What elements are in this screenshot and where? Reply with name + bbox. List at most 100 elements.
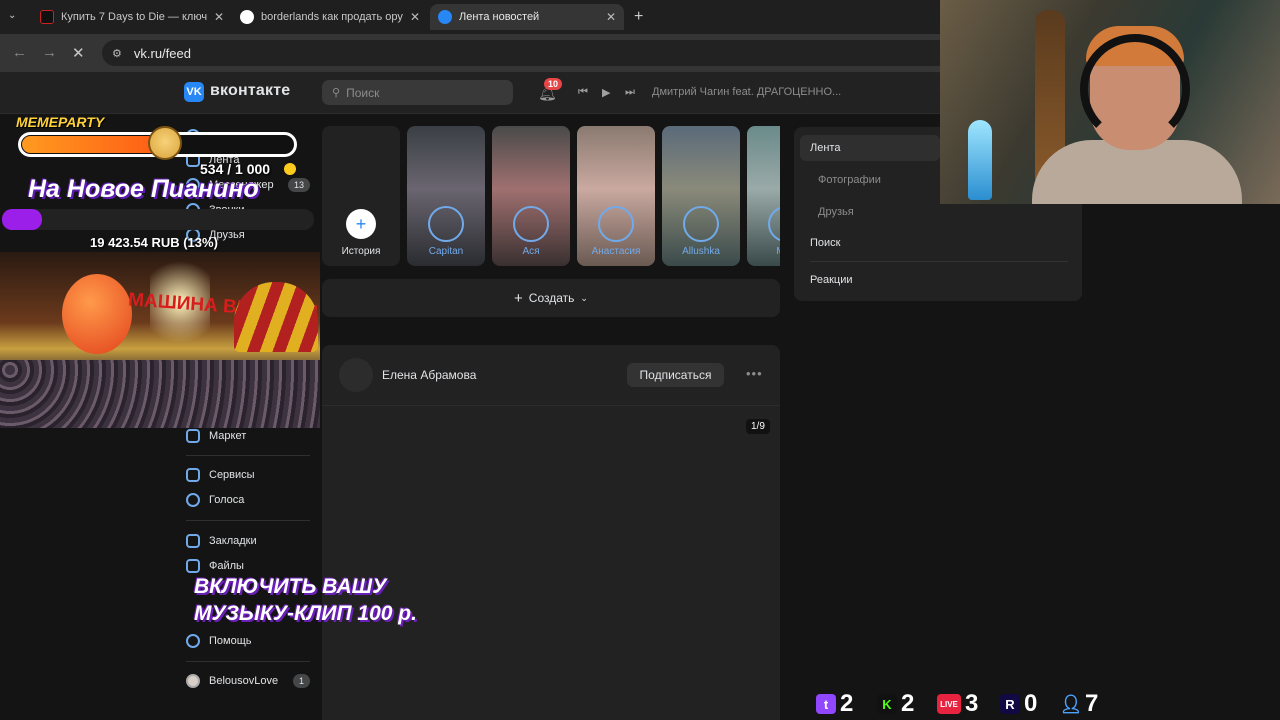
- stories-row: + История Capitan Ася Анастасия Allushka…: [322, 126, 780, 266]
- post-divider: [322, 405, 780, 406]
- close-tab-icon[interactable]: ✕: [214, 10, 224, 24]
- play-icon[interactable]: ▶: [602, 86, 610, 99]
- crowd-shape: [0, 360, 320, 428]
- votes-icon: [186, 493, 200, 507]
- post-author-name[interactable]: Елена Абрамова: [382, 368, 476, 382]
- goal-progress-fill: [22, 136, 167, 153]
- doge-icon: [148, 126, 182, 160]
- url-text[interactable]: vk.ru/feed: [134, 46, 191, 61]
- filter-divider: [810, 261, 1068, 262]
- story-name: Ася: [522, 246, 540, 257]
- story-item[interactable]: Capitan: [407, 126, 485, 266]
- menu-divider: [186, 455, 310, 456]
- next-track-icon[interactable]: ⏭: [625, 86, 635, 99]
- filter-feed[interactable]: Лента: [810, 142, 840, 154]
- tab-borderlands[interactable]: borderlands как продать оруж ✕: [232, 4, 428, 30]
- post-author-avatar[interactable]: [339, 358, 373, 392]
- filter-search[interactable]: Поиск: [810, 237, 840, 249]
- menu-item-bookmarks[interactable]: Закладки: [186, 531, 257, 551]
- menu-item-votes[interactable]: Голоса: [186, 490, 244, 510]
- user-avatar: [186, 674, 200, 688]
- user-count: 1: [292, 674, 310, 688]
- menu-item-help[interactable]: Помощь: [186, 631, 252, 651]
- search-placeholder: Поиск: [346, 85, 380, 100]
- donation-progress-fill: [2, 209, 42, 230]
- filter-friends[interactable]: Друзья: [818, 206, 854, 218]
- story-name: Анастасия: [591, 246, 641, 257]
- file-icon: [186, 559, 200, 573]
- stop-loading-icon[interactable]: ✕: [72, 44, 85, 62]
- donation-progress-bar: [2, 209, 314, 230]
- tab-title: Купить 7 Days to Die — ключ: [61, 11, 207, 23]
- story-name: Allushka: [682, 246, 720, 257]
- menu-divider: [186, 661, 310, 662]
- story-avatar: [513, 206, 549, 242]
- story-item[interactable]: Мар: [747, 126, 780, 266]
- donation-amount: 19 423.54 RUB (13%): [90, 235, 218, 250]
- close-tab-icon[interactable]: ✕: [606, 10, 616, 24]
- rutube-icon: R: [1000, 694, 1020, 714]
- more-options-icon[interactable]: •••: [746, 366, 763, 381]
- google-favicon-icon: [240, 10, 254, 24]
- story-item[interactable]: Allushka: [662, 126, 740, 266]
- plus-icon: +: [514, 289, 523, 307]
- webcam-overlay: [940, 0, 1280, 204]
- plus-icon: +: [346, 209, 376, 239]
- site-info-icon[interactable]: ⚙: [112, 47, 122, 60]
- stat-viewers: 👤︎ 7: [1059, 690, 1099, 717]
- shop-favicon-icon: [40, 10, 54, 24]
- create-button[interactable]: + Создать ⌄: [322, 279, 780, 317]
- story-item[interactable]: Ася: [492, 126, 570, 266]
- tab-7days[interactable]: Купить 7 Days to Die — ключ ✕: [32, 4, 232, 30]
- search-icon: ⚲: [332, 87, 341, 99]
- story-create[interactable]: + История: [322, 126, 400, 266]
- vk-search-input[interactable]: ⚲ Поиск: [322, 80, 513, 105]
- goal-logo: MEMEPARTY: [16, 114, 105, 130]
- tent-shape: [234, 282, 318, 352]
- balloon-shape: [62, 274, 132, 354]
- stat-twitch: t2: [816, 690, 853, 718]
- chevron-down-icon: ⌄: [580, 292, 588, 303]
- stat-rutube: R0: [1000, 690, 1037, 718]
- vk-logo-icon[interactable]: VK: [184, 82, 204, 102]
- subscribe-button[interactable]: Подписаться: [627, 363, 724, 387]
- previous-track-icon[interactable]: ⏮: [578, 86, 588, 99]
- notification-badge: 10: [544, 78, 563, 90]
- music-video-overlay: МАШИНА ВРЕМЕНИ: [0, 252, 320, 428]
- services-icon: [186, 468, 200, 482]
- address-bar[interactable]: ⚙ vk.ru/feed: [102, 40, 962, 66]
- vk-logo-text[interactable]: вконтакте: [210, 82, 290, 100]
- viewers-icon: 👤︎: [1059, 693, 1083, 714]
- menu-item-user[interactable]: BelousovLove 1: [186, 671, 310, 691]
- stat-kick: K2: [877, 690, 914, 718]
- lava-lamp-shape: [968, 120, 992, 200]
- headphones-shape: [1080, 34, 1190, 144]
- back-arrow-icon[interactable]: ←: [12, 44, 27, 61]
- promo-line-2: МУЗЫКУ-КЛИП 100 р.: [194, 602, 417, 625]
- story-avatar: [683, 206, 719, 242]
- filter-photos[interactable]: Фотографии: [818, 174, 881, 186]
- create-label: Создать: [528, 291, 575, 305]
- vklive-icon: LIVE: [937, 694, 961, 714]
- story-name: Мар: [747, 246, 780, 257]
- new-tab-button[interactable]: +: [634, 8, 643, 26]
- kick-icon: K: [877, 694, 897, 714]
- story-avatar: [768, 206, 780, 242]
- story-name: Capitan: [428, 246, 464, 257]
- close-tab-icon[interactable]: ✕: [410, 10, 420, 24]
- filter-reactions[interactable]: Реакции: [810, 274, 853, 286]
- photo-counter: 1/9: [746, 419, 770, 434]
- messenger-count: 13: [287, 178, 310, 192]
- tab-vk-feed[interactable]: Лента новостей ✕: [430, 4, 624, 30]
- menu-item-market[interactable]: Маркет: [186, 426, 246, 446]
- feed-post: [322, 345, 780, 720]
- menu-item-services[interactable]: Сервисы: [186, 465, 255, 485]
- tab-search-chevron-icon[interactable]: ⌄: [8, 10, 25, 25]
- story-avatar: [598, 206, 634, 242]
- vk-favicon-icon: [438, 10, 452, 24]
- forward-arrow-icon[interactable]: →: [42, 44, 57, 61]
- now-playing-text[interactable]: Дмитрий Чагин feat. ДРАГОЦЕННО...: [652, 86, 841, 98]
- story-item[interactable]: Анастасия: [577, 126, 655, 266]
- tab-title: borderlands как продать оруж: [261, 11, 403, 23]
- menu-divider: [186, 520, 310, 521]
